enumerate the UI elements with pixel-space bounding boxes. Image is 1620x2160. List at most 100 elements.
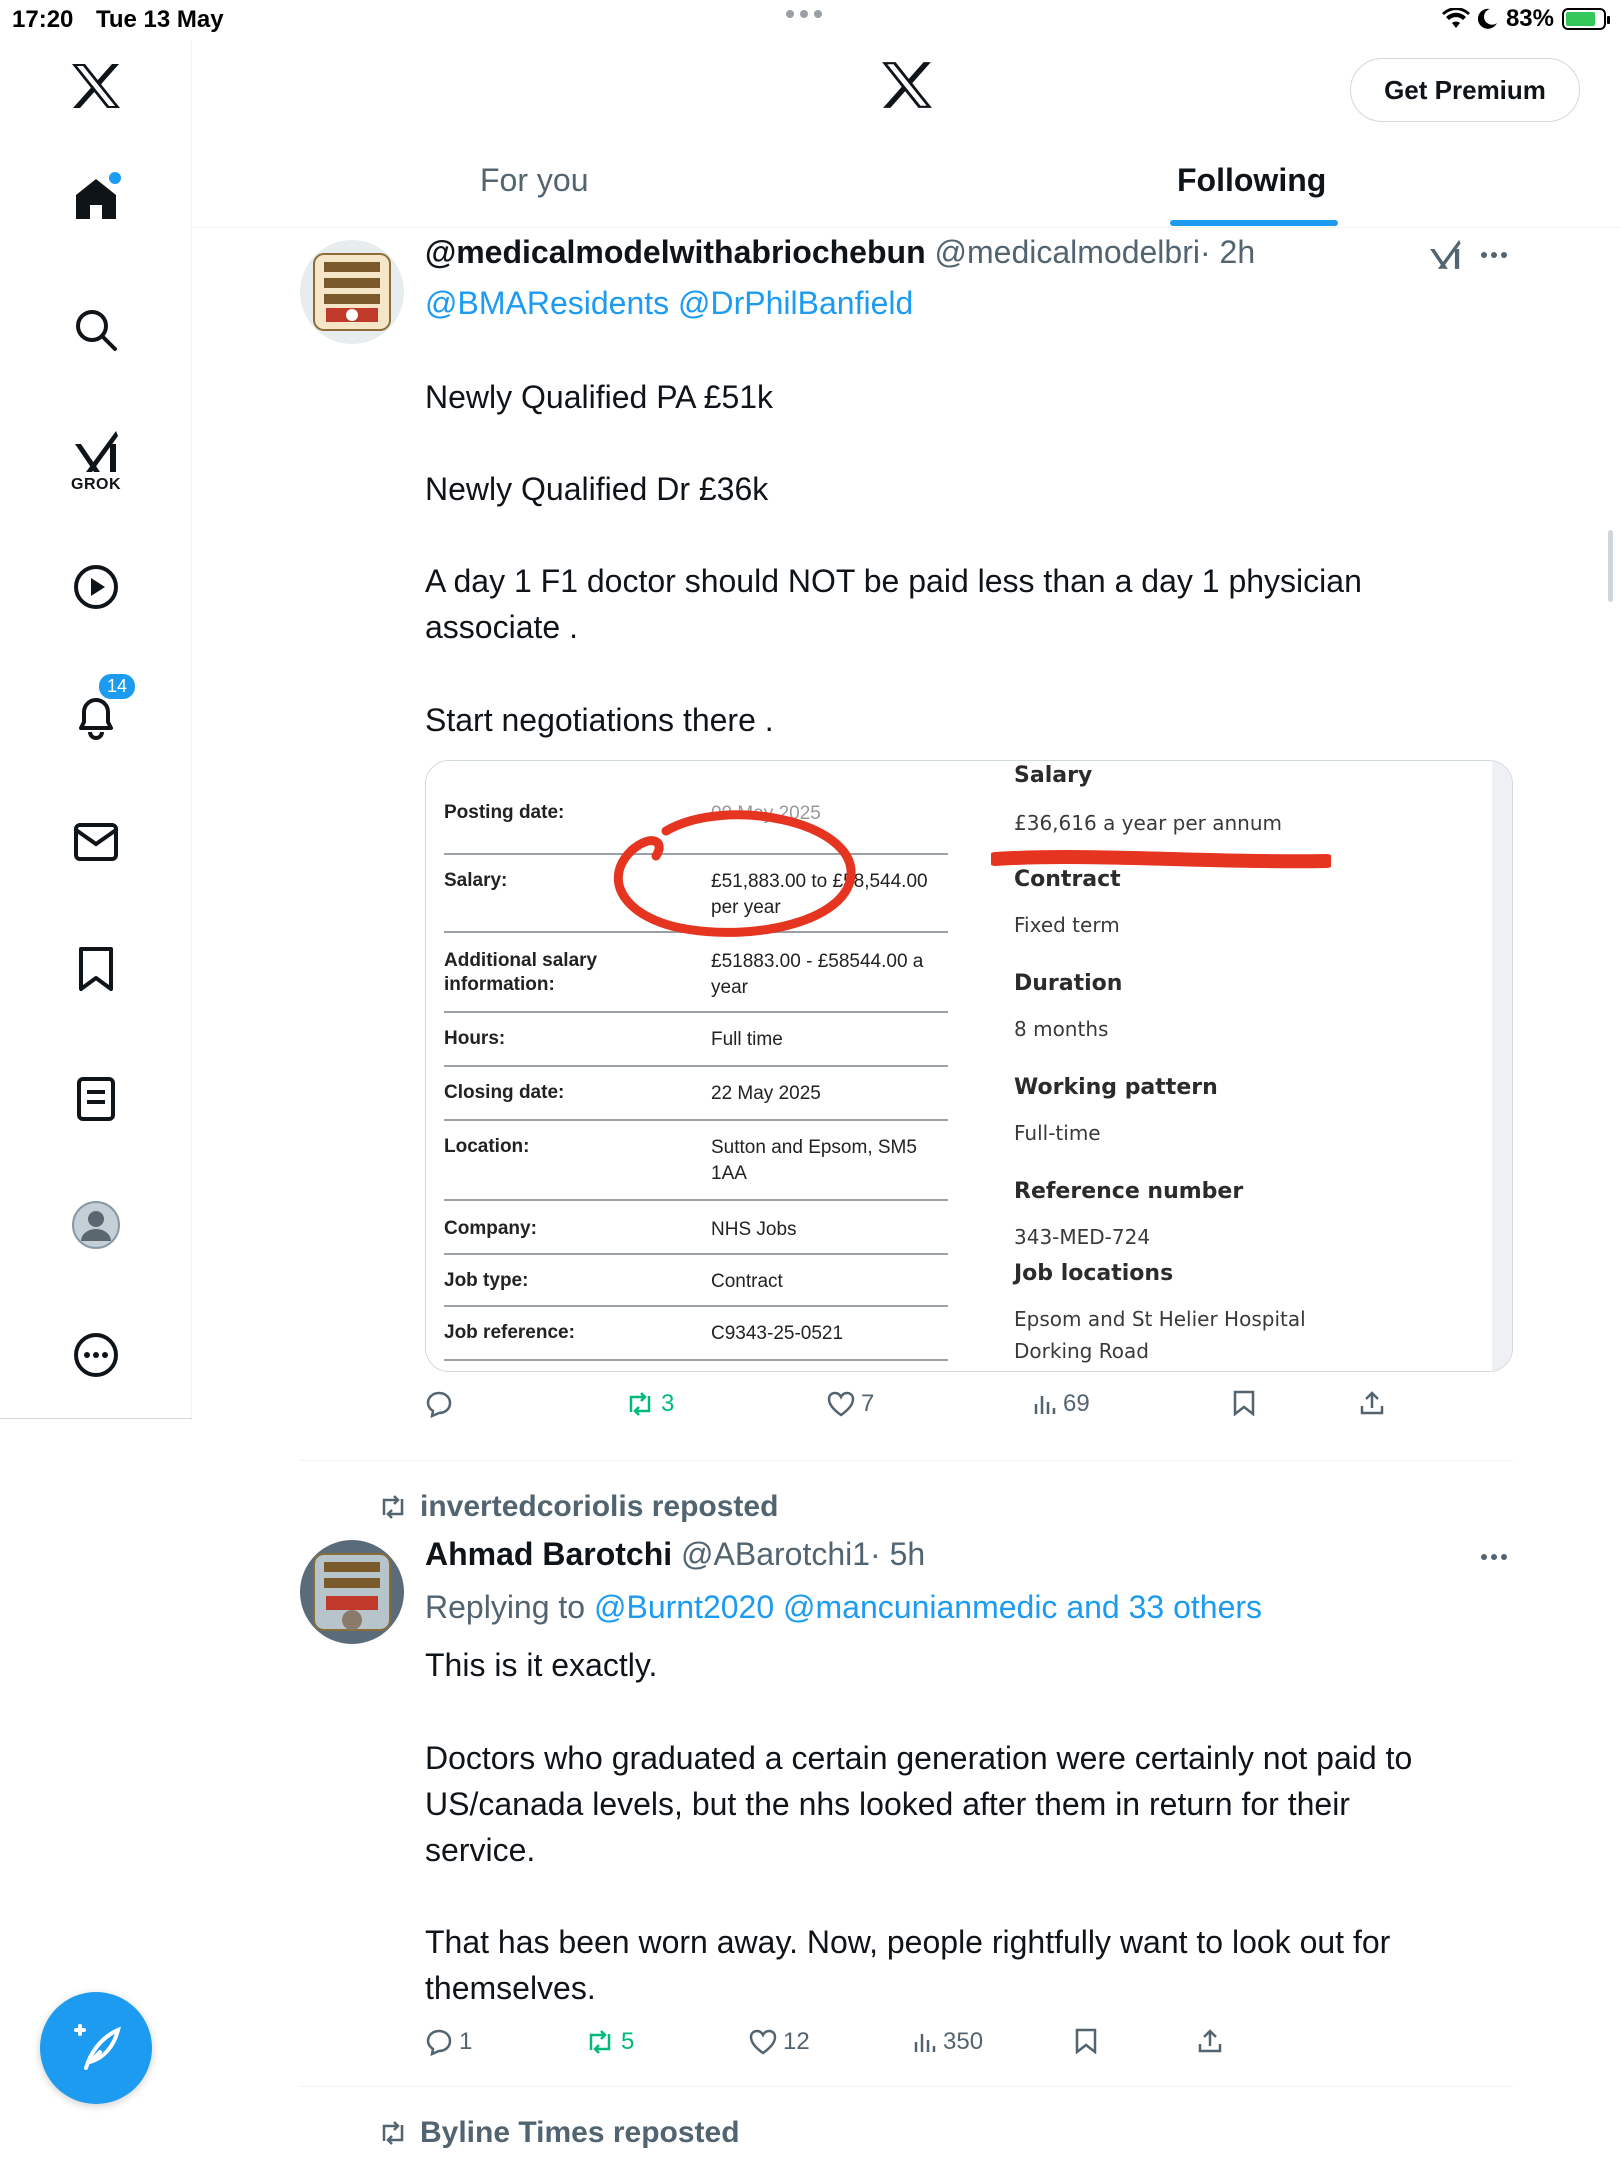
scrollbar[interactable] bbox=[1608, 530, 1613, 602]
status-right: 83% bbox=[1441, 5, 1610, 33]
sidebar-item-bookmarks[interactable] bbox=[0, 946, 192, 992]
tweet-text-line: themselves. bbox=[425, 1970, 596, 2006]
like-button[interactable]: 7 bbox=[827, 1390, 874, 1418]
sidebar-item-more[interactable] bbox=[0, 1332, 192, 1378]
right-salary-value: £36,616 a year per annum bbox=[1014, 811, 1282, 835]
replying-prefix: Replying to bbox=[425, 1589, 586, 1625]
more-options-icon[interactable] bbox=[1481, 1554, 1507, 1560]
battery-percent: 83% bbox=[1505, 5, 1554, 32]
job-row-label: Location: bbox=[444, 1136, 530, 1157]
list-icon bbox=[77, 1077, 115, 1121]
tweet-author-line: Ahmad Barotchi @ABarotchi1· 5h bbox=[425, 1536, 925, 1573]
reply-button[interactable]: 1 bbox=[425, 2028, 472, 2056]
avatar[interactable] bbox=[300, 1540, 404, 1644]
more-options-icon[interactable] bbox=[1481, 252, 1507, 258]
tweet-time[interactable]: · 5h bbox=[870, 1536, 925, 1572]
sidebar-item-video[interactable] bbox=[0, 564, 192, 610]
job-row-value: 22 May 2025 bbox=[711, 1083, 821, 1104]
panel-edge bbox=[1492, 761, 1512, 1371]
gmc-badge-avatar-icon bbox=[300, 240, 404, 344]
grok-label: GROK bbox=[71, 476, 121, 493]
right-locations-value: Epsom and St Helier Hospital bbox=[1014, 1307, 1306, 1331]
job-row-value: Full time bbox=[711, 1029, 783, 1050]
notifications-badge: 14 bbox=[97, 672, 138, 701]
heart-icon bbox=[749, 2029, 777, 2055]
tweet-divider bbox=[300, 2086, 1513, 2087]
compose-post-button[interactable] bbox=[40, 1992, 152, 2104]
multitasking-dots[interactable] bbox=[786, 10, 822, 18]
right-locations-value: Dorking Road bbox=[1014, 1339, 1149, 1363]
author-name[interactable]: Ahmad Barotchi bbox=[425, 1536, 672, 1572]
job-row: Location: Sutton and Epsom, SM5 1AA bbox=[444, 1121, 948, 1201]
right-locations-heading: Job locations bbox=[1014, 1261, 1174, 1286]
author-name[interactable]: @medicalmodelwithabriochebun bbox=[425, 234, 926, 270]
job-row-value: Contract bbox=[711, 1271, 783, 1292]
reply-icon bbox=[426, 1391, 452, 1418]
wifi-icon bbox=[1441, 8, 1470, 28]
x-logo-icon bbox=[882, 62, 932, 108]
tweet-text-line: A day 1 F1 doctor should NOT be paid les… bbox=[425, 563, 1362, 599]
repost-context[interactable]: invertedcoriolis reposted bbox=[378, 1490, 778, 1524]
avatar[interactable] bbox=[300, 240, 404, 344]
repost-button[interactable]: 3 bbox=[625, 1390, 674, 1418]
tab-following[interactable]: Following bbox=[1177, 162, 1326, 199]
views-button[interactable]: 69 bbox=[1033, 1390, 1090, 1418]
repost-context-label: Byline Times reposted bbox=[420, 2116, 740, 2149]
share-icon bbox=[1360, 1391, 1384, 1415]
author-handle[interactable]: @ABarotchi1 bbox=[681, 1536, 870, 1572]
gmc-badge-avatar-icon bbox=[300, 1540, 404, 1644]
job-row-label: Job type: bbox=[444, 1270, 529, 1291]
get-premium-button[interactable]: Get Premium bbox=[1350, 58, 1580, 122]
sidebar-x-logo[interactable] bbox=[0, 62, 192, 110]
tweet-mentions[interactable]: @BMAResidents @DrPhilBanfield bbox=[425, 280, 913, 326]
sidebar-item-lists[interactable] bbox=[0, 1076, 192, 1122]
right-duration-value: 8 months bbox=[1014, 1017, 1109, 1041]
battery-icon bbox=[1562, 8, 1610, 30]
tab-for-you[interactable]: For you bbox=[480, 162, 588, 199]
like-count: 12 bbox=[783, 2028, 810, 2055]
job-row-label: Job reference: bbox=[444, 1322, 575, 1343]
job-row-label: Company: bbox=[444, 1218, 537, 1239]
repost-context[interactable]: Byline Times reposted bbox=[378, 2116, 740, 2150]
tweet-actions: 1 5 12 350 bbox=[425, 2028, 1425, 2068]
sidebar-item-profile[interactable] bbox=[0, 1200, 192, 1250]
share-button[interactable] bbox=[1197, 2028, 1223, 2054]
like-button[interactable]: 12 bbox=[749, 2028, 810, 2056]
sidebar-item-grok[interactable]: GROK bbox=[0, 428, 192, 494]
sidebar-item-notifications[interactable]: 14 bbox=[0, 672, 192, 740]
status-bar: 17:20 Tue 13 May 83% bbox=[0, 0, 1620, 40]
header-x-logo[interactable] bbox=[880, 60, 934, 115]
analytics-icon bbox=[1034, 1396, 1056, 1414]
views-button[interactable]: 350 bbox=[913, 2028, 983, 2056]
bookmark-button[interactable] bbox=[1233, 1390, 1255, 1416]
right-reference-heading: Reference number bbox=[1014, 1179, 1244, 1204]
replying-to-handles[interactable]: @Burnt2020 @mancunianmedic and 33 others bbox=[594, 1589, 1262, 1625]
sidebar-item-explore[interactable] bbox=[0, 308, 192, 352]
bookmark-button[interactable] bbox=[1075, 2028, 1097, 2054]
bookmark-icon bbox=[79, 947, 113, 991]
search-icon bbox=[76, 310, 117, 351]
tweet-image[interactable]: Posting date: 09 May 2025 Salary: £51,88… bbox=[425, 760, 1513, 1372]
job-row: Hours: Full time bbox=[444, 1013, 948, 1067]
repost-button[interactable]: 5 bbox=[585, 2028, 634, 2056]
author-handle[interactable]: @medicalmodelbri bbox=[935, 234, 1200, 270]
sidebar-item-home[interactable] bbox=[0, 172, 192, 222]
repost-count: 5 bbox=[621, 2028, 635, 2055]
x-logo-icon bbox=[72, 64, 120, 108]
views-count: 350 bbox=[943, 2028, 984, 2055]
tweet-text-line: Newly Qualified Dr £36k bbox=[425, 471, 769, 507]
sidebar-item-messages[interactable] bbox=[0, 822, 192, 862]
right-duration-heading: Duration bbox=[1014, 971, 1123, 996]
repost-icon bbox=[629, 1392, 651, 1416]
like-count: 7 bbox=[861, 1390, 875, 1417]
job-row-value: Sutton and Epsom, SM5 1AA bbox=[711, 1137, 917, 1184]
job-row-value: NHS Jobs bbox=[711, 1219, 797, 1240]
share-button[interactable] bbox=[1359, 1390, 1385, 1416]
right-pattern-value: Full-time bbox=[1014, 1121, 1101, 1145]
tweet-text-line: Start negotiations there . bbox=[425, 702, 774, 738]
repost-count: 3 bbox=[661, 1390, 675, 1417]
grok-icon[interactable] bbox=[1428, 236, 1462, 272]
reply-button[interactable] bbox=[425, 1390, 459, 1418]
more-circle-icon bbox=[74, 1333, 118, 1377]
tweet-time[interactable]: · 2h bbox=[1200, 234, 1255, 270]
